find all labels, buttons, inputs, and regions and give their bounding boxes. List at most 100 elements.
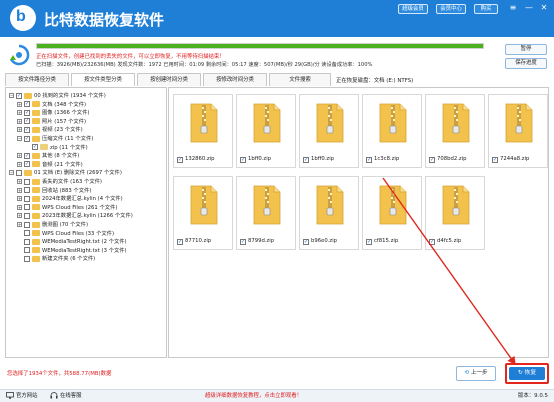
tree-item[interactable]: − ✓ 压缩文件 (11 个文件) (17, 135, 93, 143)
close-icon[interactable]: ✕ (539, 2, 549, 13)
expand-icon[interactable]: + (17, 213, 22, 219)
collapse-icon[interactable]: − (9, 170, 14, 176)
tab-file-search[interactable]: 文件搜索 (269, 73, 331, 86)
file-tile[interactable]: ✓ b96e0.zip (299, 176, 359, 250)
tree-item[interactable]: − 01 文档 (E) 删除文件 (2697 个文件) (9, 169, 122, 177)
tree-checkbox[interactable]: ✓ (24, 135, 30, 142)
tree-item[interactable]: + ✓ 其他 (8 个文件) (17, 152, 79, 160)
tree-item[interactable]: +2023年数据汇总.kylin (1266 个文件) (17, 212, 133, 220)
file-tile[interactable]: ✓ d4fc5.zip (425, 176, 485, 250)
tree-checkbox[interactable] (24, 238, 30, 245)
recover-button[interactable]: ↻ 恢复 (509, 367, 545, 380)
file-checkbox[interactable]: ✓ (177, 239, 183, 245)
tree-item[interactable]: 新建文件夹 (6 个文件) (17, 255, 95, 263)
tree-checkbox[interactable] (24, 187, 30, 194)
tree-checkbox[interactable]: ✓ (24, 126, 30, 133)
tree-checkbox[interactable]: ✓ (24, 109, 30, 116)
tree-checkbox[interactable] (24, 230, 30, 237)
tree-item[interactable]: + ✓ 视频 (23 个文件) (17, 126, 83, 134)
tree-checkbox[interactable]: ✓ (24, 118, 30, 125)
file-tile[interactable]: ✓ cf815.zip (362, 176, 422, 250)
file-checkbox[interactable]: ✓ (429, 157, 435, 163)
user-center-button[interactable]: 会员中心 (436, 4, 466, 14)
file-checkbox[interactable]: ✓ (240, 239, 246, 245)
expand-icon[interactable]: + (17, 187, 22, 193)
expand-icon[interactable]: + (17, 127, 22, 133)
tree-item[interactable]: + 丢失的文件 (163 个文件) (17, 178, 102, 186)
previous-step-button[interactable]: ⟲ 上一步 (456, 366, 496, 381)
file-tile[interactable]: ✓ 708bd2.zip (425, 94, 485, 168)
tree-checkbox[interactable]: ✓ (16, 92, 22, 99)
tree-item[interactable]: + ✓ 图像 (1366 个文件) (17, 109, 89, 117)
monitor-icon (6, 392, 14, 399)
tab-by-modified-time[interactable]: 按修改时间分类 (203, 73, 267, 86)
tree-item-label: 图像 (1366 个文件) (42, 110, 90, 117)
menu-icon[interactable]: ≡ (508, 2, 518, 13)
tree-item[interactable]: + ✓ 照片 (157 个文件) (17, 118, 86, 126)
tree-checkbox[interactable] (24, 221, 30, 228)
file-checkbox[interactable]: ✓ (177, 157, 183, 163)
file-tile[interactable]: ✓ 87710.zip (173, 176, 233, 250)
file-tile[interactable]: ✓ 1bff0.zip (236, 94, 296, 168)
file-tile[interactable]: ✓ 8799d.zip (236, 176, 296, 250)
expand-icon[interactable]: + (17, 196, 22, 202)
tree-item[interactable]: WEMediaTestRight.txt (2 个文件) (17, 238, 127, 246)
file-checkbox[interactable]: ✓ (429, 239, 435, 245)
tree-item[interactable]: +2024年数据汇总.kylin (4 个文件) (17, 195, 123, 203)
online-service-link[interactable]: 在线客服 (50, 392, 82, 401)
expand-icon[interactable]: + (17, 222, 22, 227)
expand-icon[interactable]: + (17, 110, 22, 116)
tree-checkbox[interactable]: ✓ (32, 144, 38, 151)
file-name: d4fc5.zip (437, 238, 462, 244)
file-checkbox[interactable]: ✓ (366, 157, 372, 163)
save-progress-button[interactable]: 保存进度 (505, 58, 547, 69)
tree-item[interactable]: ✓ zip (11 个文件) (25, 144, 88, 152)
folder-icon (32, 247, 40, 254)
file-checkbox[interactable]: ✓ (303, 239, 309, 245)
tree-checkbox[interactable] (24, 212, 30, 219)
file-checkbox[interactable]: ✓ (240, 157, 246, 163)
expand-icon[interactable]: + (17, 101, 22, 107)
minimize-icon[interactable]: — (524, 2, 534, 13)
tree-item[interactable]: + WPS Cloud Files (261 个文件) (17, 204, 117, 212)
tree-item[interactable]: − ✓ 00 找到的文件 (1934 个文件) (9, 92, 106, 100)
collapse-icon[interactable]: − (17, 136, 22, 141)
tree-item[interactable]: WEMediaTestRight.txt (3 个文件) (17, 247, 127, 255)
tree-checkbox[interactable] (24, 178, 30, 185)
file-checkbox[interactable]: ✓ (366, 239, 372, 245)
file-tile[interactable]: ✓ 1c3c8.zip (362, 94, 422, 168)
tab-by-path[interactable]: 按文件路径分类 (5, 73, 69, 86)
tree-checkbox[interactable] (24, 204, 30, 211)
tree-checkbox[interactable]: ✓ (24, 152, 30, 159)
tree-checkbox[interactable] (16, 169, 22, 176)
expand-icon[interactable]: + (17, 118, 22, 124)
tree-checkbox[interactable]: ✓ (24, 101, 30, 108)
tree-item[interactable]: + ✓ 文档 (348 个文件) (17, 101, 86, 109)
expand-icon[interactable]: + (17, 179, 22, 184)
expand-icon[interactable]: + (17, 153, 22, 159)
expand-icon[interactable]: + (17, 204, 22, 210)
tree-checkbox[interactable]: ✓ (24, 161, 30, 168)
tab-by-created-time[interactable]: 按创建时间分类 (137, 73, 201, 86)
tree-item[interactable]: + ✓ 音频 (21 个文件) (17, 161, 83, 169)
file-tile[interactable]: ✓ 7244a8.zip (488, 94, 548, 168)
buy-button[interactable]: 购买 (474, 4, 498, 14)
pause-button[interactable]: 暂停 (505, 44, 547, 55)
tree-checkbox[interactable] (24, 195, 30, 202)
tree-item[interactable]: + 删测图 (70 个文件) (17, 221, 88, 229)
category-tabs: 按文件路径分类 按文件类型分类 按创建时间分类 按修改时间分类 文件搜索 (5, 73, 549, 87)
official-website-link[interactable]: 官方网站 (6, 392, 38, 401)
tree-checkbox[interactable] (24, 247, 30, 254)
collapse-icon[interactable]: − (9, 93, 14, 98)
file-checkbox[interactable]: ✓ (492, 157, 498, 163)
file-tile[interactable]: ✓ 132860.zip (173, 94, 233, 168)
vip-button[interactable]: 超级会员 (398, 4, 428, 14)
file-checkbox[interactable]: ✓ (303, 157, 309, 163)
tree-item[interactable]: + 回收站 (883 个文件) (17, 187, 91, 195)
file-tile[interactable]: ✓ 1bff0.zip (299, 94, 359, 168)
tree-checkbox[interactable] (24, 255, 30, 262)
tab-by-type[interactable]: 按文件类型分类 (71, 73, 135, 86)
expand-icon[interactable]: + (17, 161, 22, 167)
tree-item[interactable]: WPS Cloud Files (33 个文件) (17, 230, 114, 238)
tutorial-promo-link[interactable]: 超级详细数据恢复教程，点击立即观看！ (205, 392, 302, 401)
